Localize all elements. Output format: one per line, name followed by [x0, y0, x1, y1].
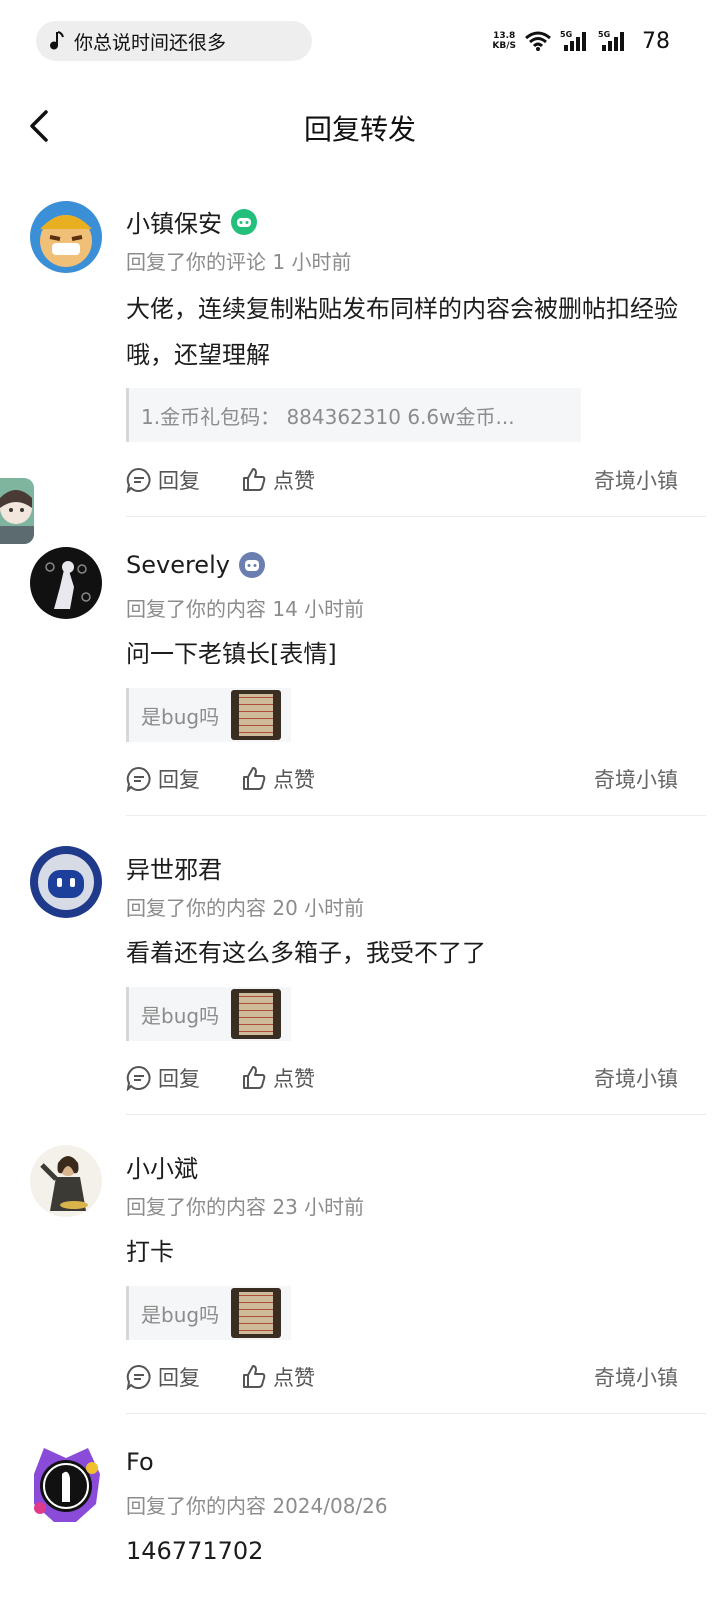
- comment-icon: [126, 467, 151, 493]
- divider: [126, 516, 706, 517]
- quoted-content[interactable]: 1.金币礼包码： 884362310 6.6w金币...: [126, 388, 581, 442]
- reply-label: 回复: [158, 469, 200, 493]
- reply-text: 大佬，连续复制粘贴发布同样的内容会被删帖扣经验哦，还望理解: [126, 295, 678, 369]
- page-title: 回复转发: [303, 113, 416, 146]
- username[interactable]: 小镇保安: [126, 204, 222, 239]
- reply-meta: 回复了你的内容 14 小时前: [126, 597, 365, 621]
- quoted-text: 1.金币礼包码： 884362310 6.6w金币...: [141, 404, 515, 429]
- battery-level: 78: [642, 28, 670, 54]
- divider: [126, 1114, 706, 1115]
- reply-meta: 回复了你的内容 23 小时前: [126, 1195, 365, 1219]
- comment-icon: [126, 1364, 151, 1390]
- network-speed: 13.8 KB/S: [492, 31, 516, 51]
- username[interactable]: 异世邪君: [126, 850, 222, 885]
- signal-icon-2: 5G: [598, 30, 624, 51]
- username[interactable]: Severely: [126, 551, 230, 579]
- avatar[interactable]: [30, 547, 102, 619]
- quoted-content[interactable]: 是bug吗: [126, 987, 291, 1041]
- divider: [126, 1413, 706, 1414]
- network-speed-unit: KB/S: [492, 41, 516, 51]
- status-icons: 13.8 KB/S 5G 5G 78: [492, 26, 670, 56]
- user-row: Fo: [126, 1448, 154, 1476]
- quoted-image-thumbnail: [231, 989, 282, 1039]
- avatar[interactable]: [30, 201, 102, 273]
- avatar[interactable]: [26, 1444, 106, 1524]
- reply-item[interactable]: 小镇保安 回复了你的评论 1 小时前 大佬，连续复制粘贴发布同样的内容会被删帖扣…: [0, 198, 720, 518]
- reply-text: 146771702: [126, 1537, 264, 1565]
- reply-meta: 回复了你的内容 20 小时前: [126, 896, 365, 920]
- network-speed-value: 13.8: [493, 31, 516, 41]
- source-community[interactable]: 奇境小镇: [594, 764, 678, 794]
- thumbs-up-icon: [243, 767, 266, 790]
- reply-meta: 回复了你的评论 1 小时前: [126, 250, 352, 274]
- action-bar: 回复 点赞 奇境小镇: [126, 1062, 678, 1094]
- user-row: 小镇保安: [126, 204, 258, 239]
- signal-1-label: 5G: [560, 30, 572, 39]
- signal-icon-1: 5G: [560, 30, 586, 51]
- quoted-text: 是bug吗: [141, 1003, 220, 1028]
- status-bar: 你总说时间还很多 13.8 KB/S 5G 5G 78: [0, 0, 720, 82]
- user-row: 异世邪君: [126, 850, 222, 885]
- like-button[interactable]: 点赞: [241, 465, 315, 495]
- reply-text: 打卡: [126, 1238, 174, 1266]
- thumbs-up-icon: [243, 1066, 266, 1089]
- reply-meta: 回复了你的内容 2024/08/26: [126, 1494, 388, 1518]
- reply-item[interactable]: 小小斌 回复了你的内容 23 小时前 打卡 是bug吗 回复 点赞 奇境小镇: [0, 1143, 720, 1415]
- reply-label: 回复: [158, 768, 200, 792]
- reply-item[interactable]: Severely 回复了你的内容 14 小时前 问一下老镇长[表情] 是bug吗…: [0, 545, 720, 817]
- signal-2-label: 5G: [598, 30, 610, 39]
- reply-item[interactable]: 异世邪君 回复了你的内容 20 小时前 看着还有这么多箱子，我受不了了 是bug…: [0, 844, 720, 1116]
- gamepad-badge-icon: [238, 552, 265, 578]
- green-game-badge-icon: [231, 208, 257, 235]
- like-button[interactable]: 点赞: [241, 764, 315, 794]
- like-label: 点赞: [273, 1067, 315, 1091]
- action-bar: 回复 点赞 奇境小镇: [126, 464, 678, 496]
- reply-label: 回复: [158, 1067, 200, 1091]
- quoted-text: 是bug吗: [141, 1302, 220, 1327]
- user-row: Severely: [126, 551, 266, 579]
- comment-icon: [126, 766, 151, 792]
- reply-item[interactable]: Fo 回复了你的内容 2024/08/26 146771702: [0, 1442, 720, 1600]
- reply-label: 回复: [158, 1366, 200, 1390]
- source-community[interactable]: 奇境小镇: [594, 1362, 678, 1392]
- like-button[interactable]: 点赞: [241, 1362, 315, 1392]
- reply-text: 问一下老镇长[表情]: [126, 640, 337, 668]
- comment-icon: [126, 1065, 151, 1091]
- reply-button[interactable]: 回复: [126, 1063, 241, 1093]
- thumbs-up-icon: [243, 1365, 266, 1388]
- music-note-icon: [50, 31, 64, 50]
- like-button[interactable]: 点赞: [241, 1063, 315, 1093]
- song-title: 你总说时间还很多: [74, 31, 227, 54]
- reply-text: 看着还有这么多箱子，我受不了了: [126, 939, 486, 967]
- quoted-image-thumbnail: [231, 690, 282, 740]
- like-label: 点赞: [273, 469, 315, 493]
- like-label: 点赞: [273, 1366, 315, 1390]
- username[interactable]: Fo: [126, 1448, 154, 1476]
- avatar[interactable]: [30, 1145, 102, 1217]
- avatar[interactable]: [30, 846, 102, 918]
- wifi-icon: [525, 31, 551, 51]
- action-bar: 回复 点赞 奇境小镇: [126, 1361, 678, 1393]
- now-playing-pill[interactable]: 你总说时间还很多: [36, 21, 312, 61]
- app-header: 回复转发: [0, 96, 720, 156]
- username[interactable]: 小小斌: [126, 1149, 198, 1184]
- source-community[interactable]: 奇境小镇: [594, 465, 678, 495]
- reply-button[interactable]: 回复: [126, 465, 241, 495]
- source-community[interactable]: 奇境小镇: [594, 1063, 678, 1093]
- reply-button[interactable]: 回复: [126, 764, 241, 794]
- reply-button[interactable]: 回复: [126, 1362, 241, 1392]
- quoted-text: 是bug吗: [141, 704, 220, 729]
- user-row: 小小斌: [126, 1149, 198, 1184]
- quoted-content[interactable]: 是bug吗: [126, 688, 291, 742]
- action-bar: 回复 点赞 奇境小镇: [126, 763, 678, 795]
- quoted-image-thumbnail: [231, 1288, 282, 1338]
- like-label: 点赞: [273, 768, 315, 792]
- quoted-content[interactable]: 是bug吗: [126, 1286, 291, 1340]
- thumbs-up-icon: [243, 468, 266, 491]
- divider: [126, 815, 706, 816]
